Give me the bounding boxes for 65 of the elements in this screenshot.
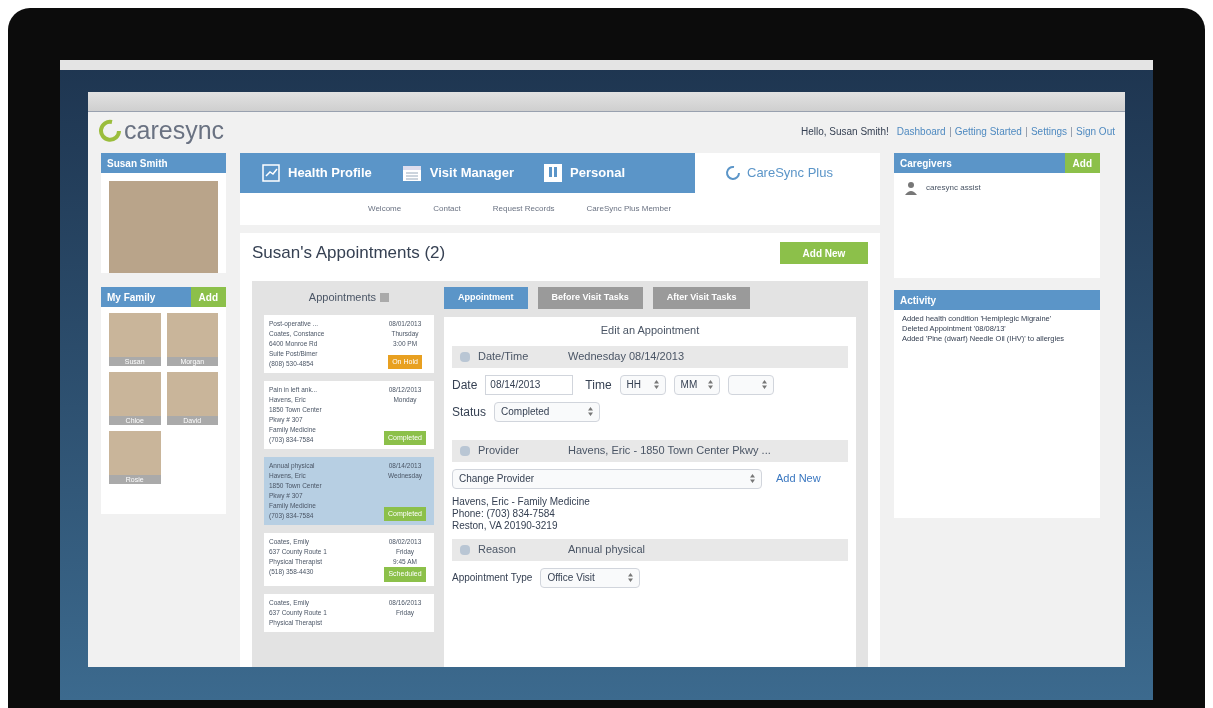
caret-icon — [628, 573, 634, 582]
section-label: Provider — [478, 443, 520, 459]
add-button[interactable]: Add — [190, 287, 226, 307]
nav-tab[interactable]: Visit Manager — [401, 163, 515, 183]
photo-placeholder — [166, 313, 218, 357]
type-label: Appointment Type — [452, 571, 533, 585]
nav-tab[interactable]: Personal — [544, 163, 625, 183]
provider-info-line: Havens, Eric - Family Medicine — [452, 495, 591, 508]
section-value: Havens, Eric - 1850 Town Center Pkwy ... — [568, 443, 771, 459]
subnav-link[interactable]: Welcome — [368, 203, 402, 215]
minute-select[interactable]: MM — [673, 374, 720, 395]
chart-icon — [262, 164, 280, 182]
caret-icon — [588, 407, 594, 416]
hour-select[interactable]: HH — [619, 374, 666, 395]
caret-icon — [761, 380, 767, 389]
provider-info-line: Phone: (703) 834-7584 — [452, 507, 556, 520]
caregiver-name: caresync assist — [926, 182, 981, 194]
family-title: My Family — [101, 287, 191, 307]
profile-title: Susan Smith — [101, 153, 226, 173]
caret-icon — [750, 474, 755, 483]
greeting-text: Hello, Susan Smith! — [800, 125, 889, 139]
add-button[interactable]: Add — [1064, 153, 1100, 173]
add-new-link[interactable]: Add New — [776, 470, 821, 487]
list-title: Appointments — [308, 289, 377, 305]
letter-block-icon — [544, 164, 563, 182]
provider-info-line: Reston, VA 20190-3219 — [452, 519, 559, 532]
type-select[interactable]: Office Visit — [540, 567, 641, 588]
page-title: Susan's Appointments (2) — [252, 242, 446, 265]
ampm-select[interactable] — [727, 374, 774, 395]
subnav-link[interactable]: Request Records — [492, 203, 555, 215]
caregivers-title: Caregivers — [894, 153, 1065, 173]
photo-placeholder — [109, 313, 161, 357]
detail-tab[interactable]: Appointment — [444, 287, 528, 309]
subnav-link[interactable]: CareSync Plus Member — [586, 203, 672, 215]
activity-title: Activity — [894, 290, 1100, 310]
header-link[interactable]: Getting Started — [954, 124, 1022, 139]
form-heading: Edit an Appointment — [599, 323, 701, 338]
logo-ring-icon — [98, 118, 122, 143]
subnav-link[interactable]: Contact — [433, 203, 461, 215]
caret-icon — [707, 380, 713, 389]
section-value: Annual physical — [568, 542, 646, 558]
detail-tab[interactable]: Before Visit Tasks — [537, 287, 643, 309]
time-label: Time — [585, 376, 612, 394]
status-select[interactable]: Completed — [494, 401, 601, 422]
photo-placeholder — [109, 431, 161, 475]
date-field[interactable]: 08/14/2013 — [485, 374, 574, 395]
caresync-plus-link[interactable]: CareSync Plus — [695, 153, 833, 193]
nav-tab[interactable]: Health Profile — [262, 163, 372, 183]
status-label: Status — [452, 403, 487, 421]
caret-icon — [653, 380, 659, 389]
section-value: Wednesday 08/14/2013 — [568, 349, 684, 365]
ring-icon — [725, 165, 741, 181]
add-new-button[interactable]: Add New — [780, 242, 868, 264]
header-link[interactable]: Settings — [1030, 124, 1068, 139]
detail-tab[interactable]: After Visit Tasks — [652, 287, 751, 309]
date-label: Date — [452, 376, 478, 394]
header-link[interactable]: Sign Out — [1076, 124, 1115, 139]
person-icon — [904, 181, 918, 195]
section-label: Date/Time — [478, 349, 530, 365]
photo-placeholder — [166, 372, 218, 416]
provider-select[interactable]: Change Provider — [452, 468, 762, 489]
photo-placeholder — [109, 372, 161, 416]
header-link[interactable]: Dashboard — [896, 124, 946, 139]
section-label: Reason — [478, 542, 517, 558]
logo-text: caresync — [124, 118, 225, 143]
